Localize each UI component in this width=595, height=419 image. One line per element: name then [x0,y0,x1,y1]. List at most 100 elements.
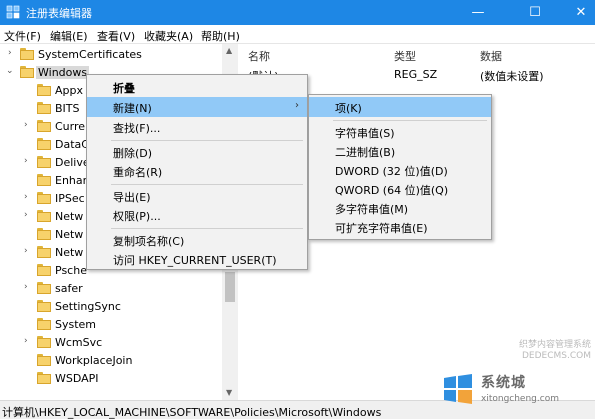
menu-item-copy-key-name[interactable]: 复制项名称(C) [87,230,307,250]
tree-item-label: Psche [55,264,87,277]
menu-item-delete[interactable]: 删除(D) [87,142,307,162]
submenu-item-string[interactable]: 字符串值(S) [309,122,491,142]
chevron-right-icon[interactable]: › [24,246,28,256]
folder-icon [37,354,51,366]
chevron-right-icon[interactable]: › [8,48,12,58]
maximize-button[interactable]: ☐ [512,0,558,25]
folder-icon [37,192,51,204]
chevron-right-icon[interactable]: › [24,120,28,130]
folder-icon [37,282,51,294]
windows-logo-icon [444,374,472,404]
tree-item-label: System [55,318,97,331]
folder-icon [20,66,34,78]
menu-bar: 文件(F) 编辑(E) 查看(V) 收藏夹(A) 帮助(H) [0,25,595,44]
folder-icon [37,264,51,276]
menu-item-find[interactable]: 查找(F)... [87,117,307,137]
folder-icon [37,84,51,96]
folder-icon [37,210,51,222]
submenu-item-dword[interactable]: DWORD (32 位)值(D) [309,160,491,180]
tree-item-label: Netw [55,228,84,241]
watermark: 织梦内容管理系统 DEDECMS.COM 系统城 xitongcheng.com [441,340,591,414]
menu-item-export[interactable]: 导出(E) [87,186,307,206]
new-submenu: 项(K) 字符串值(S) 二进制值(B) DWORD (32 位)值(D) QW… [308,94,492,240]
tree-item[interactable]: › WcmSvc [0,334,222,352]
folder-icon [37,318,51,330]
tree-item-label: Netw [55,246,84,259]
submenu-item-multi-string[interactable]: 多字符串值(M) [309,198,491,218]
tree-item-label: Enhar [55,174,88,187]
menu-item-permissions[interactable]: 权限(P)... [87,205,307,225]
value-data: (数值未设置) [480,70,544,83]
menu-item-goto-hkcu[interactable]: 访问 HKEY_CURRENT_USER(T) [87,249,307,269]
tree-item[interactable]: System [0,316,222,334]
tree-item-label: Delive [55,156,90,169]
chevron-right-icon[interactable]: › [24,282,28,292]
scroll-down-icon[interactable]: ▼ [226,388,232,397]
registry-editor-icon [6,5,20,19]
folder-icon [37,120,51,132]
folder-icon [37,300,51,312]
watermark-url: xitongcheng.com [481,394,559,404]
scroll-up-icon[interactable]: ▲ [226,46,232,55]
menu-view[interactable]: 查看(V) [97,28,135,44]
close-button[interactable]: ✕ [558,0,595,25]
menu-separator [333,120,487,121]
chevron-down-icon[interactable]: ⌄ [6,66,14,76]
tree-item-label: Appx [55,84,83,97]
window-title: 注册表编辑器 [26,7,92,20]
minimize-button[interactable]: — [455,0,501,25]
tree-item[interactable]: › SystemCertificates [0,46,222,64]
tree-item-label: IPSec [55,192,85,205]
menu-file[interactable]: 文件(F) [4,28,41,44]
tree-item-label: WcmSvc [55,336,103,349]
folder-icon [37,336,51,348]
column-header-type[interactable]: 类型 [394,48,416,64]
minimize-icon: — [471,5,485,20]
chevron-right-icon[interactable]: › [24,156,28,166]
tree-item-label: Curre [55,120,86,133]
chevron-right-icon: › [295,100,299,111]
tree-item-label: WSDAPI [55,372,99,385]
menu-separator [111,140,303,141]
menu-edit[interactable]: 编辑(E) [50,28,88,44]
submenu-item-key[interactable]: 项(K) [309,97,491,117]
registry-path: 计算机\HKEY_LOCAL_MACHINE\SOFTWARE\Policies… [2,406,382,419]
folder-icon [37,228,51,240]
submenu-item-qword[interactable]: QWORD (64 位)值(Q) [309,179,491,199]
tree-item[interactable]: › safer [0,280,222,298]
menu-help[interactable]: 帮助(H) [201,28,240,44]
scrollbar-thumb[interactable] [225,272,235,302]
title-bar: 注册表编辑器 — ☐ ✕ [0,0,595,25]
folder-icon [37,372,51,384]
folder-icon [37,138,51,150]
folder-icon [37,102,51,114]
tree-item-label: SettingSync [55,300,121,313]
cms-watermark: 织梦内容管理系统 DEDECMS.COM [518,340,591,361]
menu-item-rename[interactable]: 重命名(R) [87,161,307,181]
submenu-item-binary[interactable]: 二进制值(B) [309,141,491,161]
tree-item-label: SystemCertificates [38,48,142,61]
chevron-right-icon[interactable]: › [24,192,28,202]
menu-item-new[interactable]: 新建(N) › [87,97,307,117]
tree-item[interactable]: WorkplaceJoin [0,352,222,370]
submenu-item-expandable-string[interactable]: 可扩充字符串值(E) [309,217,491,237]
tree-item-label: safer [55,282,83,295]
menu-favorites[interactable]: 收藏夹(A) [144,28,193,44]
tree-item[interactable]: WSDAPI [0,370,222,388]
tree-item-label: Netw [55,210,84,223]
tree-item[interactable]: SettingSync [0,298,222,316]
column-header-name[interactable]: 名称 [248,48,270,64]
chevron-right-icon[interactable]: › [24,336,28,346]
value-type: REG_SZ [394,68,438,81]
tree-item-label: DataC [55,138,89,151]
chevron-right-icon[interactable]: › [24,210,28,220]
column-header-data[interactable]: 数据 [480,48,502,64]
menu-item-collapse[interactable]: 折叠 [87,77,307,97]
folder-icon [20,48,34,60]
tree-item-label: Windows [36,66,90,79]
tree-item-label: WorkplaceJoin [55,354,133,367]
context-menu: 折叠 新建(N) › 查找(F)... 删除(D) 重命名(R) 导出(E) 权限… [86,74,308,270]
tree-item-label: BITS [55,102,80,115]
watermark-brand: 系统城 [481,375,526,391]
folder-icon [37,156,51,168]
